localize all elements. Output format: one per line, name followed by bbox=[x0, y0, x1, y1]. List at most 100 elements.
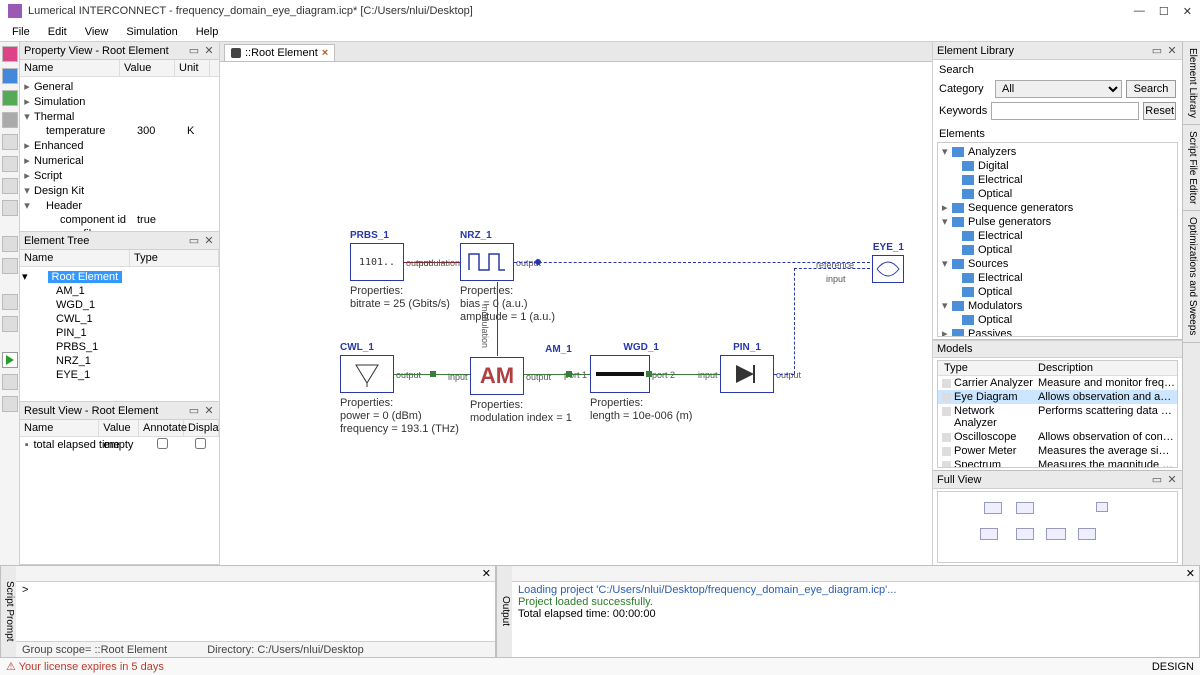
fullview-minimap[interactable] bbox=[937, 491, 1178, 563]
menu-edit[interactable]: Edit bbox=[40, 24, 75, 40]
property-row[interactable]: temperature300K bbox=[20, 124, 219, 138]
category-select[interactable]: All bbox=[995, 80, 1122, 98]
menu-simulation[interactable]: Simulation bbox=[118, 24, 185, 40]
block-cwl[interactable]: CWL_1 output Properties:power = 0 (dBm)f… bbox=[340, 342, 459, 437]
tab-element-library[interactable]: Element Library bbox=[1183, 42, 1200, 125]
element-tree-item[interactable]: PRBS_1 bbox=[20, 340, 219, 354]
tool-icon[interactable] bbox=[2, 134, 18, 150]
library-tree-item[interactable]: ▾Sources bbox=[940, 257, 1175, 271]
model-row[interactable]: Eye DiagramAllows observation and analys… bbox=[938, 390, 1177, 404]
tool-icon[interactable] bbox=[2, 178, 18, 194]
close-panel-icon[interactable]: ✕ bbox=[203, 235, 215, 247]
tool-icon[interactable] bbox=[2, 68, 18, 84]
element-tree-item[interactable]: CWL_1 bbox=[20, 312, 219, 326]
tool-icon[interactable] bbox=[2, 156, 18, 172]
block-nrz[interactable]: NRZ_1 modulation output Properties:bias … bbox=[460, 230, 555, 325]
maximize-icon[interactable]: ☐ bbox=[1159, 5, 1169, 18]
result-columns: Name Value Annotate Display bbox=[20, 420, 219, 437]
result-row[interactable]: ▪ total elapsed time empty bbox=[20, 437, 219, 453]
annotate-checkbox[interactable] bbox=[157, 438, 168, 449]
tool-icon[interactable] bbox=[2, 316, 18, 332]
element-tree-item[interactable]: AM_1 bbox=[20, 284, 219, 298]
model-row[interactable]: Carrier AnalyzerMeasure and monitor freq… bbox=[938, 376, 1177, 390]
property-view-header: Property View - Root Element ▭ ✕ bbox=[20, 42, 219, 60]
search-button[interactable]: Search bbox=[1126, 80, 1176, 98]
tool-icon[interactable] bbox=[2, 396, 18, 412]
tool-icon[interactable] bbox=[2, 46, 18, 62]
element-tree-columns: Name Type bbox=[20, 250, 219, 267]
reset-button[interactable]: Reset bbox=[1143, 102, 1176, 120]
element-tree-item[interactable]: WGD_1 bbox=[20, 298, 219, 312]
tool-icon[interactable] bbox=[2, 258, 18, 274]
script-prompt-input[interactable]: > bbox=[16, 582, 495, 641]
tool-icon[interactable] bbox=[2, 374, 18, 390]
library-tree-item[interactable]: Optical bbox=[940, 285, 1175, 299]
model-row[interactable]: Spectrum AnalyzerMeasures the magnitude … bbox=[938, 458, 1177, 468]
script-prompt-tab[interactable]: Script Prompt bbox=[0, 566, 16, 657]
tab-optimizations-sweeps[interactable]: Optimizations and Sweeps bbox=[1183, 211, 1200, 342]
schematic-canvas[interactable]: PRBS_1 1101.. output Properties:bitrate … bbox=[220, 62, 932, 565]
block-prbs[interactable]: PRBS_1 1101.. output Properties:bitrate … bbox=[350, 230, 450, 311]
tab-script-file-editor[interactable]: Script File Editor bbox=[1183, 125, 1200, 211]
undock-icon[interactable]: ▭ bbox=[188, 235, 200, 247]
property-row[interactable]: component idtrue bbox=[20, 213, 219, 227]
undock-icon[interactable]: ▭ bbox=[188, 405, 200, 417]
close-panel-icon[interactable]: ✕ bbox=[1166, 474, 1178, 486]
close-panel-icon[interactable]: ✕ bbox=[1166, 45, 1178, 57]
block-am[interactable]: AM_1 AM input output modulation Properti… bbox=[470, 344, 572, 425]
property-row[interactable]: ▸Enhanced bbox=[20, 138, 219, 153]
close-panel-icon[interactable]: ✕ bbox=[203, 45, 215, 57]
library-tree-item[interactable]: Digital bbox=[940, 159, 1175, 173]
tool-icon[interactable] bbox=[2, 90, 18, 106]
library-tree-item[interactable]: Electrical bbox=[940, 173, 1175, 187]
element-tree-item[interactable]: PIN_1 bbox=[20, 326, 219, 340]
property-row[interactable]: ▾Header bbox=[20, 198, 219, 213]
property-row[interactable]: ▾Design Kit bbox=[20, 183, 219, 198]
menu-help[interactable]: Help bbox=[188, 24, 227, 40]
tool-icon[interactable] bbox=[2, 200, 18, 216]
element-tree-item[interactable]: ▾Root Element bbox=[20, 269, 219, 284]
tool-icon[interactable] bbox=[2, 112, 18, 128]
property-row[interactable]: ▾Thermal bbox=[20, 109, 219, 124]
library-tree-item[interactable]: Optical bbox=[940, 187, 1175, 201]
property-row[interactable]: ▸General bbox=[20, 79, 219, 94]
minimize-icon[interactable]: — bbox=[1134, 5, 1145, 18]
menu-file[interactable]: File bbox=[4, 24, 38, 40]
undock-icon[interactable]: ▭ bbox=[1151, 45, 1163, 57]
close-icon[interactable]: ✕ bbox=[1183, 5, 1192, 18]
undock-icon[interactable]: ▭ bbox=[188, 45, 200, 57]
library-tree-item[interactable]: ▸Sequence generators bbox=[940, 201, 1175, 215]
undock-icon[interactable]: ▭ bbox=[1151, 474, 1163, 486]
library-tree-item[interactable]: ▸Passives bbox=[940, 327, 1175, 337]
library-tree-item[interactable]: Electrical bbox=[940, 229, 1175, 243]
tool-icon[interactable] bbox=[2, 294, 18, 310]
library-tree-item[interactable]: ▾Pulse generators bbox=[940, 215, 1175, 229]
close-panel-icon[interactable]: ✕ bbox=[1186, 567, 1195, 580]
model-row[interactable]: OscilloscopeAllows observation of consta… bbox=[938, 430, 1177, 444]
run-button[interactable] bbox=[2, 352, 18, 368]
property-row[interactable]: ▸Numerical bbox=[20, 153, 219, 168]
tab-root-element[interactable]: ::Root Element × bbox=[224, 44, 335, 61]
element-tree-item[interactable]: NRZ_1 bbox=[20, 354, 219, 368]
model-row[interactable]: Power MeterMeasures the average signal p… bbox=[938, 444, 1177, 458]
keywords-input[interactable] bbox=[991, 102, 1139, 120]
library-tree-item[interactable]: Optical bbox=[940, 313, 1175, 327]
tool-icon[interactable] bbox=[2, 236, 18, 252]
output-tab[interactable]: Output bbox=[496, 566, 512, 657]
block-wgd[interactable]: WGD_1 port 1 port 2 Properties:length = … bbox=[590, 342, 692, 423]
menu-view[interactable]: View bbox=[77, 24, 117, 40]
display-checkbox[interactable] bbox=[195, 438, 206, 449]
tab-close-icon[interactable]: × bbox=[322, 47, 328, 59]
element-tree-item[interactable]: EYE_1 bbox=[20, 368, 219, 382]
library-tree-item[interactable]: ▾Modulators bbox=[940, 299, 1175, 313]
model-row[interactable]: Network AnalyzerPerforms scattering data… bbox=[938, 404, 1177, 430]
property-row[interactable]: ▸Script bbox=[20, 168, 219, 183]
property-row[interactable]: ▸Simulation bbox=[20, 94, 219, 109]
library-tree-item[interactable]: ▾Analyzers bbox=[940, 145, 1175, 159]
library-tree-item[interactable]: Optical bbox=[940, 243, 1175, 257]
close-panel-icon[interactable]: ✕ bbox=[482, 567, 491, 580]
block-pin[interactable]: PIN_1 input output bbox=[720, 342, 774, 393]
property-row[interactable]: mcs filename bbox=[20, 227, 219, 231]
close-panel-icon[interactable]: ✕ bbox=[203, 405, 215, 417]
library-tree-item[interactable]: Electrical bbox=[940, 271, 1175, 285]
